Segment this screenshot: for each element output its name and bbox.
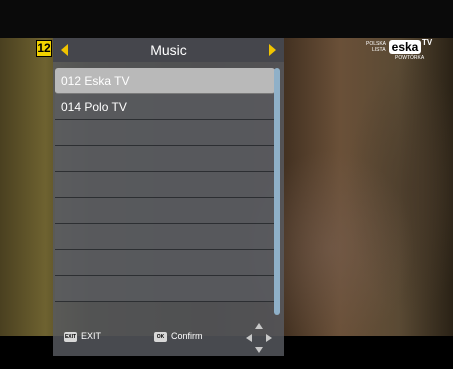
channel-list: 012 Eska TV 014 Polo TV: [55, 68, 275, 302]
channel-row[interactable]: 012 Eska TV: [55, 68, 275, 94]
group-title: Music: [150, 42, 187, 58]
broadcaster-logo: POLSKA LISTA eska TV POWTÓRKA: [366, 38, 436, 68]
dpad-right-icon: [266, 334, 272, 342]
ok-key-icon: OK: [154, 332, 167, 342]
channel-row[interactable]: [55, 198, 275, 224]
channel-row[interactable]: [55, 250, 275, 276]
logo-line2: LISTA: [372, 47, 386, 53]
right-arrow-icon[interactable]: [269, 44, 276, 56]
channel-row[interactable]: [55, 224, 275, 250]
exit-label[interactable]: EXIT: [81, 329, 101, 343]
dpad-left-icon: [246, 334, 252, 342]
channel-row[interactable]: [55, 120, 275, 146]
channel-list-panel: Music 012 Eska TV 014 Polo TV EXIT EXIT …: [53, 38, 284, 356]
exit-key-icon: EXIT: [64, 332, 77, 342]
channel-row[interactable]: [55, 276, 275, 302]
dpad-icon: [246, 323, 272, 353]
dpad-up-icon: [255, 323, 263, 329]
scrollbar[interactable]: [274, 68, 280, 315]
channel-row[interactable]: 014 Polo TV: [55, 94, 275, 120]
channel-row[interactable]: [55, 146, 275, 172]
channel-row[interactable]: [55, 172, 275, 198]
panel-footer: EXIT EXIT OK Confirm: [53, 321, 284, 356]
logo-word: eska: [389, 40, 421, 54]
dpad-down-icon: [255, 347, 263, 353]
channel-number-badge: 12: [36, 40, 52, 57]
confirm-label[interactable]: Confirm: [171, 329, 203, 343]
logo-sub: POWTÓRKA: [395, 55, 425, 61]
logo-suffix: TV: [422, 38, 433, 47]
panel-header: Music: [53, 38, 284, 62]
